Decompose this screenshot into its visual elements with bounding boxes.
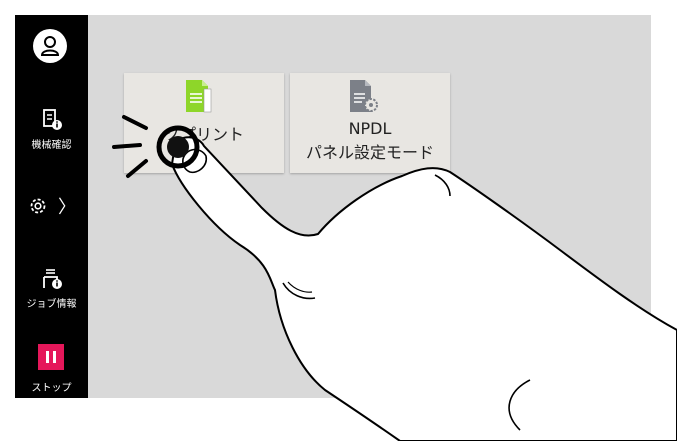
hand-pointer-illustration xyxy=(112,115,677,441)
tap-dot xyxy=(167,136,189,158)
hand-shape xyxy=(170,136,677,441)
tap-burst-icon xyxy=(112,115,148,178)
